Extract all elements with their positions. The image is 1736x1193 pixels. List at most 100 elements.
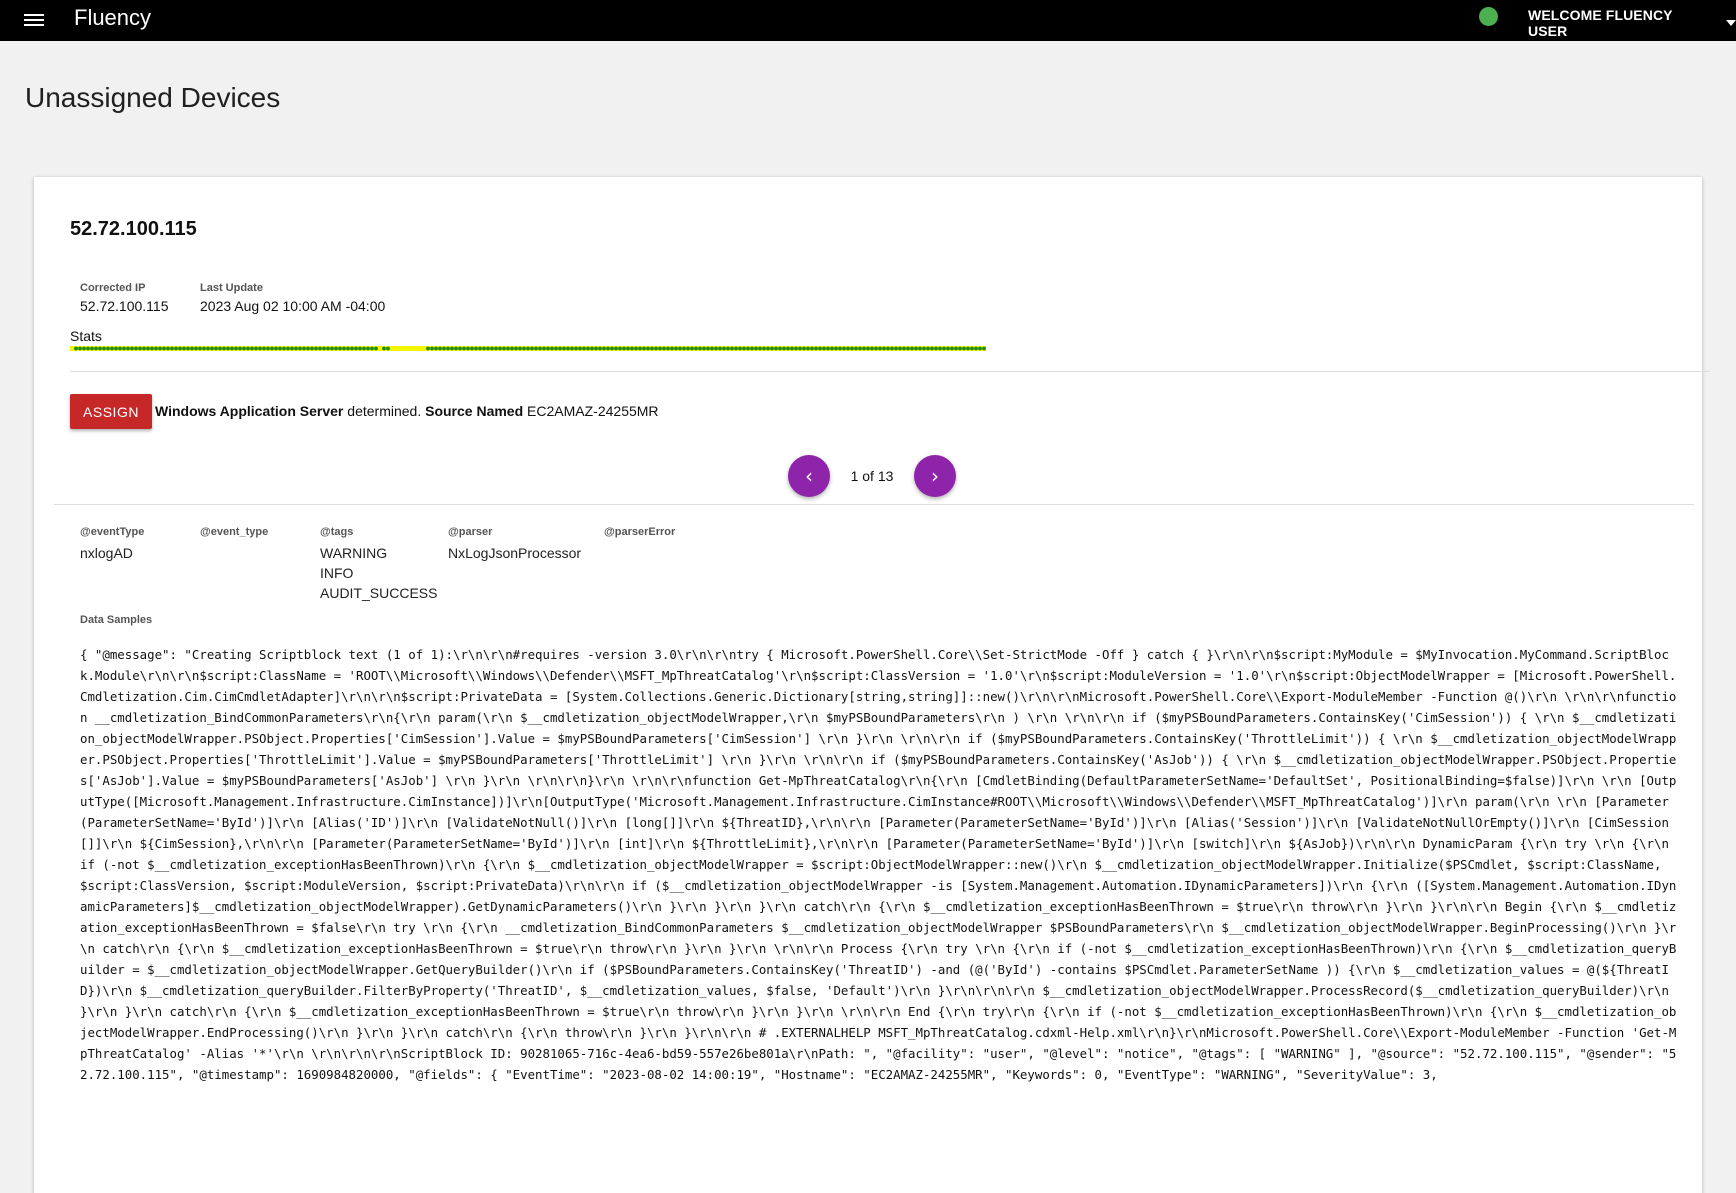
last-update-label: Last Update bbox=[200, 282, 263, 294]
stats-point bbox=[486, 346, 490, 351]
next-sample-button[interactable]: › bbox=[914, 455, 956, 497]
stats-point bbox=[894, 346, 898, 351]
stats-point bbox=[594, 346, 598, 351]
stats-point bbox=[238, 346, 242, 351]
stats-point bbox=[790, 346, 794, 351]
stats-point bbox=[366, 346, 370, 351]
stats-point bbox=[258, 346, 262, 351]
stats-point bbox=[250, 346, 254, 351]
stats-point bbox=[98, 346, 102, 351]
stats-point bbox=[638, 346, 642, 351]
stats-point bbox=[838, 346, 842, 351]
stats-point bbox=[694, 346, 698, 351]
stats-point bbox=[298, 346, 302, 351]
data-sample-json: { "@message": "Creating Scriptblock text… bbox=[80, 647, 1677, 1082]
stats-point bbox=[114, 346, 118, 351]
stats-point bbox=[806, 346, 810, 351]
device-ip-heading: 52.72.100.115 bbox=[70, 218, 197, 240]
stats-point bbox=[478, 346, 482, 351]
server-type: Windows Application Server bbox=[155, 403, 344, 419]
stats-point bbox=[458, 346, 462, 351]
stats-point bbox=[86, 346, 90, 351]
stats-point bbox=[346, 346, 350, 351]
stats-point bbox=[226, 346, 230, 351]
stats-point bbox=[898, 346, 902, 351]
stats-point bbox=[198, 346, 202, 351]
stats-point bbox=[358, 346, 362, 351]
hamburger-menu-icon[interactable] bbox=[24, 11, 44, 29]
stats-point bbox=[890, 346, 894, 351]
attr-value: nxlogAD bbox=[80, 545, 133, 561]
stats-point bbox=[218, 346, 222, 351]
sample-pager: ‹ 1 of 13 › bbox=[788, 455, 956, 497]
stats-point bbox=[146, 346, 150, 351]
stats-point bbox=[534, 346, 538, 351]
stats-point bbox=[886, 346, 890, 351]
attr-label: @eventType bbox=[80, 526, 145, 538]
stats-point bbox=[558, 346, 562, 351]
stats-point bbox=[286, 346, 290, 351]
stats-point bbox=[590, 346, 594, 351]
stats-point bbox=[926, 346, 930, 351]
stats-point bbox=[262, 346, 266, 351]
device-card: 52.72.100.115 Corrected IP 52.72.100.115… bbox=[34, 177, 1710, 1193]
stats-point bbox=[482, 346, 486, 351]
stats-point bbox=[814, 346, 818, 351]
stats-point bbox=[382, 346, 386, 351]
stats-point bbox=[910, 346, 914, 351]
attr-event-type: @event_type bbox=[200, 526, 320, 603]
stats-point bbox=[842, 346, 846, 351]
stats-point bbox=[514, 346, 518, 351]
stats-point bbox=[578, 346, 582, 351]
pager-position: 1 of 13 bbox=[850, 468, 894, 484]
stats-point bbox=[778, 346, 782, 351]
stats-point bbox=[614, 346, 618, 351]
stats-point bbox=[234, 346, 238, 351]
stats-point bbox=[570, 346, 574, 351]
stats-point bbox=[818, 346, 822, 351]
stats-point bbox=[870, 346, 874, 351]
connection-status-icon bbox=[1479, 7, 1498, 26]
stats-point bbox=[602, 346, 606, 351]
user-menu-button[interactable]: WELCOME FLUENCY USER bbox=[1528, 7, 1736, 39]
stats-point bbox=[122, 346, 126, 351]
attr-parser-error: @parserError bbox=[604, 526, 724, 603]
chevron-right-icon: › bbox=[931, 464, 939, 488]
chevron-left-icon: ‹ bbox=[805, 464, 813, 488]
previous-sample-button[interactable]: ‹ bbox=[788, 455, 830, 497]
stats-point bbox=[726, 346, 730, 351]
stats-point bbox=[866, 346, 870, 351]
stats-point bbox=[158, 346, 162, 351]
stats-point bbox=[566, 346, 570, 351]
stats-point bbox=[758, 346, 762, 351]
stats-point bbox=[442, 346, 446, 351]
stats-point bbox=[126, 346, 130, 351]
caret-down-icon bbox=[1726, 20, 1736, 26]
stats-point bbox=[730, 346, 734, 351]
stats-point bbox=[770, 346, 774, 351]
stats-point bbox=[950, 346, 954, 351]
stats-point bbox=[970, 346, 974, 351]
stats-point bbox=[118, 346, 122, 351]
stats-point bbox=[682, 346, 686, 351]
stats-point bbox=[254, 346, 258, 351]
top-app-bar: Fluency WELCOME FLUENCY USER bbox=[0, 0, 1736, 41]
stats-point bbox=[882, 346, 886, 351]
attr-value: NxLogJsonProcessor bbox=[448, 545, 582, 561]
assign-button[interactable]: ASSIGN bbox=[70, 394, 152, 429]
stats-point bbox=[110, 346, 114, 351]
stats-point bbox=[830, 346, 834, 351]
stats-point bbox=[470, 346, 474, 351]
stats-point bbox=[430, 346, 434, 351]
stats-point bbox=[190, 346, 194, 351]
data-samples-label: Data Samples bbox=[80, 614, 153, 626]
stats-point bbox=[518, 346, 522, 351]
stats-point bbox=[962, 346, 966, 351]
stats-point bbox=[374, 346, 378, 351]
stats-point bbox=[206, 346, 210, 351]
stats-point bbox=[106, 346, 110, 351]
stats-point bbox=[858, 346, 862, 351]
stats-point bbox=[822, 346, 826, 351]
stats-point bbox=[134, 346, 138, 351]
stats-point bbox=[922, 346, 926, 351]
